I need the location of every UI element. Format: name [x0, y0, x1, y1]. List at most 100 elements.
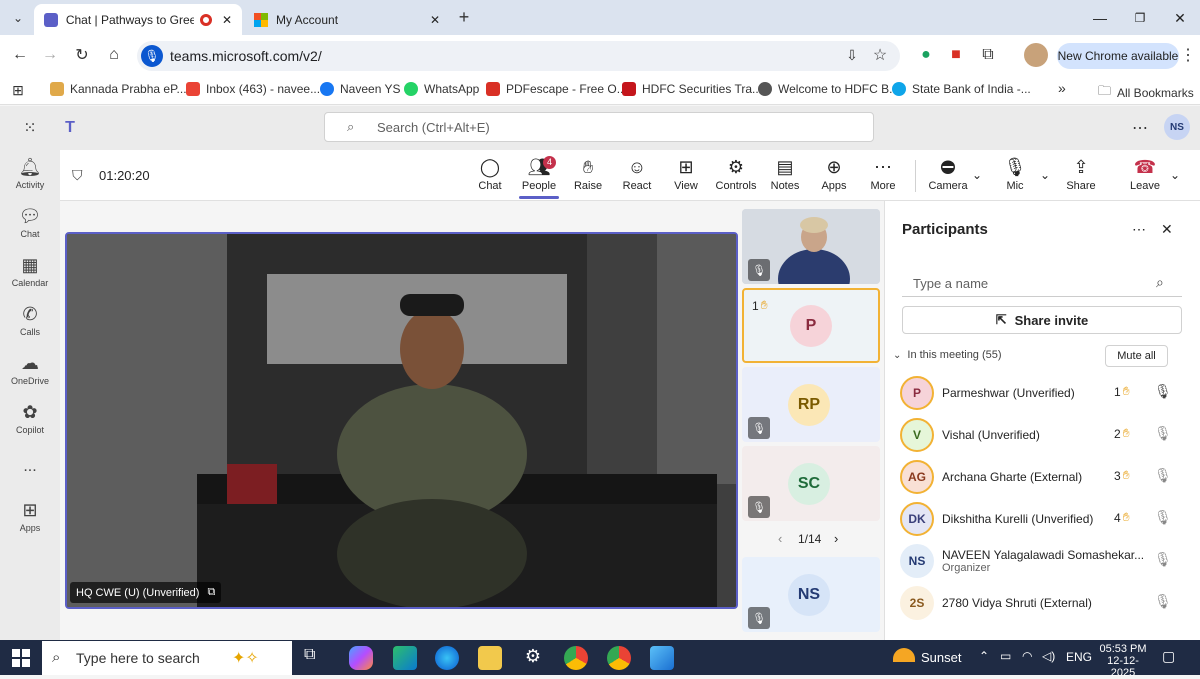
mic-options-chevron-icon[interactable]: ⌄	[1040, 168, 1050, 182]
tab-search-chevron-icon[interactable]: ⌄	[6, 6, 30, 30]
participant-search-input[interactable]: Type a name ⌕	[902, 269, 1182, 297]
new-chrome-available-button[interactable]: New Chrome available	[1057, 43, 1179, 69]
close-tab-icon[interactable]: ✕	[430, 13, 440, 27]
close-window-icon[interactable]: ✕	[1160, 6, 1200, 30]
bookmark-item[interactable]: Naveen YS	[320, 82, 401, 96]
participant-row[interactable]: P Parmeshwar (Unverified) 1 ✋︎ 🎙︎	[900, 374, 1185, 412]
mic-button[interactable]: 🎙︎ Mic	[991, 156, 1039, 192]
rail-more[interactable]: ...	[0, 458, 60, 476]
language-indicator[interactable]: ENG	[1066, 650, 1092, 664]
leave-button[interactable]: ☎︎ Leave	[1121, 156, 1169, 192]
rail-activity[interactable]: 🔔︎ Activity	[0, 157, 60, 190]
new-tab-icon[interactable]: +	[452, 5, 476, 29]
file-explorer-icon[interactable]	[478, 646, 502, 670]
grammarly-extension-icon[interactable]: ●	[914, 43, 938, 67]
clock[interactable]: 05:53 PM 12-12-2025	[1098, 643, 1148, 679]
settings-taskbar-icon[interactable]: ⚙︎	[521, 646, 545, 670]
task-view-icon[interactable]: ⧉	[304, 646, 328, 670]
notifications-icon[interactable]: ▢	[1162, 648, 1175, 665]
participant-row[interactable]: AG Archana Gharte (External) 3 ✋︎ 🎙︎	[900, 458, 1185, 496]
home-icon[interactable]: ⌂	[102, 43, 126, 67]
mute-all-button[interactable]: Mute all	[1105, 345, 1168, 367]
camera-button[interactable]: ⛔︎ Camera	[924, 156, 972, 192]
wifi-icon[interactable]: ◠	[1022, 649, 1032, 663]
bookmark-item[interactable]: Kannada Prabha eP...	[50, 82, 187, 96]
weather-label[interactable]: Sunset	[921, 650, 961, 665]
rail-copilot[interactable]: ✿ Copilot	[0, 402, 60, 435]
more-bookmarks-icon[interactable]: »	[1058, 80, 1066, 96]
reload-icon[interactable]: ↻	[70, 43, 94, 67]
taskbar-search-input[interactable]: ⌕ Type here to search ✦✧	[42, 641, 292, 675]
participant-row[interactable]: V Vishal (Unverified) 2 ✋︎ 🎙︎	[900, 416, 1185, 454]
main-video-feed[interactable]	[65, 232, 738, 609]
bookmark-item[interactable]: WhatsApp	[404, 82, 479, 96]
extensions-icon[interactable]: ⧉	[976, 43, 1000, 67]
chrome-profile-taskbar-icon[interactable]	[607, 646, 631, 670]
apps-grid-icon[interactable]: ⊞	[6, 78, 30, 102]
microphone-access-icon[interactable]: 🎙	[141, 45, 163, 67]
install-app-icon[interactable]: ⇩	[840, 43, 864, 67]
toolbar-notes-button[interactable]: ▤ Notes	[761, 156, 809, 192]
share-button[interactable]: ⇪ Share	[1057, 156, 1105, 192]
toolbar-people-button[interactable]: 👥︎ 4 People	[515, 156, 563, 199]
toolbar-more-button[interactable]: ⋯ More	[859, 156, 907, 192]
video-tile-speaker[interactable]: 🎙︎	[742, 209, 880, 284]
chrome-menu-icon[interactable]: ⋮	[1176, 43, 1200, 67]
show-hidden-icons[interactable]: ⌃	[979, 649, 989, 663]
pager-next-icon[interactable]: ›	[834, 531, 838, 546]
all-bookmarks-folder[interactable]: 🗀 All Bookmarks	[1098, 82, 1194, 104]
edge-taskbar-icon[interactable]	[435, 646, 459, 670]
forward-icon[interactable]: →	[38, 43, 62, 67]
rail-calls[interactable]: ✆ Calls	[0, 304, 60, 337]
back-icon[interactable]: ←	[8, 43, 32, 67]
app-launcher-icon[interactable]: ⁙	[18, 116, 42, 140]
pdf-extension-icon[interactable]: ■	[944, 43, 968, 67]
tab-my-account[interactable]: My Account ✕	[244, 4, 450, 35]
user-avatar[interactable]: NS	[1164, 114, 1190, 140]
rail-onedrive[interactable]: ☁︎ OneDrive	[0, 353, 60, 386]
participant-row[interactable]: 2S 2780 Vidya Shruti (External) 🎙︎	[900, 584, 1185, 622]
minimize-icon[interactable]: —	[1080, 6, 1120, 30]
bookmark-item[interactable]: Welcome to HDFC B...	[758, 82, 899, 96]
chrome-taskbar-icon[interactable]	[564, 646, 588, 670]
restore-icon[interactable]: ❐	[1120, 6, 1160, 30]
toolbar-react-button[interactable]: ☺ React	[613, 156, 661, 192]
rail-chat[interactable]: 💬︎ Chat	[0, 206, 60, 239]
toolbar-chat-button[interactable]: ◯ Chat	[466, 156, 514, 192]
bookmark-item[interactable]: PDFescape - Free O...	[486, 82, 627, 96]
close-tab-icon[interactable]: ✕	[222, 13, 232, 27]
camera-options-chevron-icon[interactable]: ⌄	[972, 168, 982, 182]
in-meeting-section-header[interactable]: ⌄ In this meeting (55)	[893, 349, 1002, 361]
bookmark-item[interactable]: State Bank of India -...	[892, 82, 1031, 96]
participant-row[interactable]: NS NAVEEN Yalagalawadi Somashekar... Org…	[900, 542, 1185, 580]
video-tile-rp[interactable]: RP 🎙︎	[742, 367, 880, 442]
bookmark-star-icon[interactable]: ☆	[868, 43, 892, 67]
battery-icon[interactable]: ▭	[1000, 649, 1011, 663]
pager-prev-icon[interactable]: ‹	[778, 531, 782, 546]
toolbar-raise-button[interactable]: ✋︎ Raise	[564, 156, 612, 192]
share-invite-button[interactable]: ⇱ Share invite	[902, 306, 1182, 334]
teams-search-input[interactable]: ⌕ Search (Ctrl+Alt+E)	[324, 112, 874, 142]
toolbar-view-button[interactable]: ⊞ View	[662, 156, 710, 192]
more-options-icon[interactable]: ⋯	[1128, 116, 1152, 140]
profile-avatar[interactable]	[1024, 43, 1048, 67]
close-panel-icon[interactable]: ✕	[1161, 221, 1173, 238]
copilot-taskbar-icon[interactable]	[349, 646, 373, 670]
volume-icon[interactable]: ◁)	[1042, 649, 1055, 663]
video-tile-p[interactable]: P 1 ✋︎	[742, 288, 880, 363]
video-tile-ns[interactable]: NS 🎙︎	[742, 557, 880, 632]
panel-more-icon[interactable]: ⋯	[1132, 221, 1146, 238]
store-taskbar-icon[interactable]	[393, 646, 417, 670]
bookmark-item[interactable]: HDFC Securities Tra...	[622, 82, 762, 96]
leave-options-chevron-icon[interactable]: ⌄	[1170, 168, 1180, 182]
participant-row[interactable]: DK Dikshitha Kurelli (Unverified) 4 ✋︎ 🎙︎	[900, 500, 1185, 538]
bookmark-item[interactable]: Inbox (463) - navee...	[186, 82, 320, 96]
toolbar-controls-button[interactable]: ⚙︎ Controls	[712, 156, 760, 192]
rail-apps[interactable]: ⊞ Apps	[0, 500, 60, 533]
windows-start-icon[interactable]	[12, 649, 30, 667]
toolbar-apps-button[interactable]: ⊕ Apps	[810, 156, 858, 192]
video-tile-sc[interactable]: SC 🎙︎	[742, 446, 880, 521]
photos-taskbar-icon[interactable]	[650, 646, 674, 670]
tab-teams-chat[interactable]: Chat | Pathways to Green C ✕	[34, 4, 242, 35]
rail-calendar[interactable]: ▦ Calendar	[0, 255, 60, 288]
